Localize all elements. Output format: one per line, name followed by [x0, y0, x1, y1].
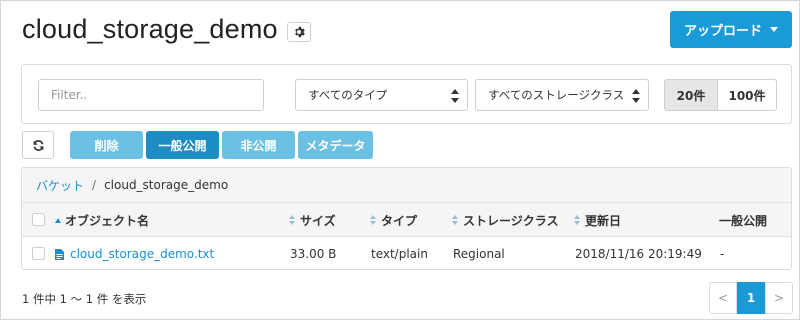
column-public: 一般公開: [719, 203, 767, 237]
table-row: cloud_storage_demo.txt 33.00 B text/plai…: [22, 237, 791, 269]
column-updated[interactable]: 更新日: [574, 203, 621, 237]
column-size[interactable]: サイズ: [289, 203, 336, 237]
pagination-prev-button[interactable]: <: [709, 282, 737, 314]
breadcrumb: バケット / cloud_storage_demo: [22, 168, 791, 203]
column-size-label: サイズ: [300, 213, 336, 228]
page-title: cloud_storage_demo: [22, 14, 278, 44]
updated-cell: 2018/11/16 20:19:49: [575, 247, 702, 261]
breadcrumb-bucket-link[interactable]: バケット: [36, 177, 84, 194]
type-select[interactable]: すべてのタイプ: [295, 79, 468, 111]
page-size-100-button[interactable]: 100件: [718, 79, 777, 111]
settings-button[interactable]: [287, 22, 311, 42]
sort-icon: [452, 215, 459, 225]
pagination: < 1 >: [709, 282, 793, 314]
public-cell: -: [720, 247, 725, 261]
size-cell: 33.00 B: [290, 247, 337, 261]
sort-icon: [289, 215, 296, 225]
metadata-button[interactable]: メタデータ: [298, 131, 373, 159]
column-type[interactable]: タイプ: [370, 203, 417, 237]
row-checkbox[interactable]: [32, 247, 45, 260]
file-panel: バケット / cloud_storage_demo オブジェクト名 サイズ タイ…: [21, 167, 792, 270]
filter-placeholder: Filter..: [51, 88, 88, 102]
window-frame: [0, 0, 800, 320]
breadcrumb-separator: /: [92, 178, 97, 192]
filter-input[interactable]: Filter..: [38, 79, 264, 111]
object-name-cell[interactable]: cloud_storage_demo.txt: [55, 237, 214, 269]
table-header: オブジェクト名 サイズ タイプ ストレージクラス 更新日 一般公開: [22, 203, 791, 237]
make-public-button[interactable]: 一般公開: [146, 131, 219, 159]
select-arrows-icon: [632, 89, 640, 103]
column-updated-label: 更新日: [585, 213, 622, 228]
column-object-name-label: オブジェクト名: [65, 213, 150, 228]
column-public-label: 一般公開: [719, 213, 768, 228]
sort-ascending-icon: [55, 217, 61, 223]
object-link[interactable]: cloud_storage_demo.txt: [55, 247, 214, 261]
pagination-next-button[interactable]: >: [765, 282, 793, 314]
column-storage-class-label: ストレージクラス: [463, 213, 559, 228]
sort-icon: [574, 215, 581, 225]
refresh-icon: [33, 139, 43, 151]
select-arrows-icon: [451, 89, 459, 103]
filter-panel: Filter.. すべてのタイプ すべてのストレージクラス 20件 100件: [21, 64, 792, 124]
column-storage-class[interactable]: ストレージクラス: [452, 203, 559, 237]
upload-button[interactable]: アップロード: [670, 11, 792, 48]
sort-icon: [370, 215, 377, 225]
column-type-label: タイプ: [381, 213, 418, 228]
result-count-text: 1 件中 1 〜 1 件 を表示: [22, 292, 147, 306]
caret-down-icon: [770, 27, 778, 32]
gear-icon: [295, 26, 305, 38]
type-cell: text/plain: [371, 247, 428, 261]
select-all-checkbox[interactable]: [32, 213, 45, 226]
pagination-page-1[interactable]: 1: [737, 282, 765, 314]
delete-button[interactable]: 削除: [70, 131, 143, 159]
breadcrumb-current: cloud_storage_demo: [104, 178, 229, 192]
refresh-button[interactable]: [22, 131, 54, 159]
file-icon: [55, 248, 64, 260]
page-size-20-button[interactable]: 20件: [664, 79, 718, 111]
object-name-text: cloud_storage_demo.txt: [70, 247, 215, 261]
storage-class-select[interactable]: すべてのストレージクラス: [475, 79, 649, 111]
upload-button-label: アップロード: [683, 24, 762, 39]
type-select-value: すべてのタイプ: [308, 88, 388, 102]
make-private-button[interactable]: 非公開: [222, 131, 295, 159]
storage-class-select-value: すべてのストレージクラス: [488, 88, 625, 102]
storage-class-cell: Regional: [453, 247, 505, 261]
column-object-name[interactable]: オブジェクト名: [55, 203, 149, 237]
